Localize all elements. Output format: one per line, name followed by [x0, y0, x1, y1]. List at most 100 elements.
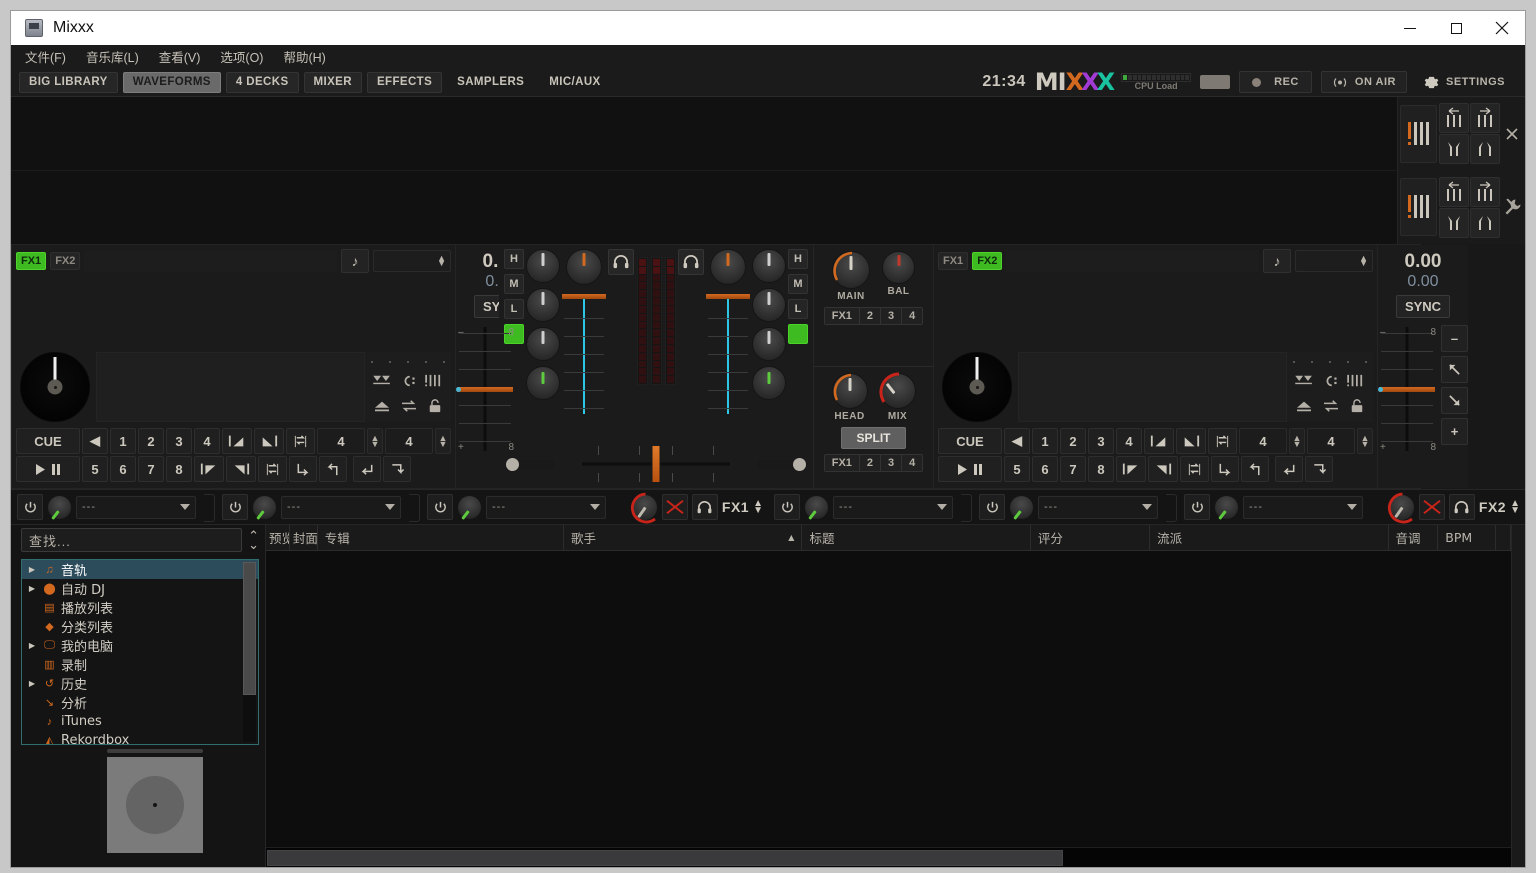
deck2-hotcue-1[interactable]: 1 — [1032, 428, 1058, 454]
track-table-vscrollbar[interactable] — [1511, 525, 1525, 867]
deck2-hotcue-4[interactable]: 4 — [1116, 428, 1142, 454]
deck2-outro-end-button[interactable] — [1148, 456, 1178, 482]
head-fx3-assign[interactable]: 3 — [881, 455, 903, 471]
keylock-icon[interactable] — [398, 374, 418, 388]
nudge-grid-right-deck2[interactable] — [1470, 176, 1501, 207]
deck2-rate-temp-up-button[interactable]: + — [1441, 418, 1468, 445]
repeat-icon[interactable] — [399, 399, 419, 413]
expand-arrow-icon[interactable]: ▶ — [26, 584, 38, 593]
fx1-slot3-combo[interactable]: --- — [486, 495, 606, 519]
deck1-hotcue-1[interactable]: 1 — [110, 428, 136, 454]
sidebar-scrollbar[interactable] — [243, 562, 256, 742]
fx2-slot1-power-button[interactable] — [774, 494, 800, 520]
deck2-reverse-button[interactable]: ◀ — [1004, 428, 1030, 454]
main-fx4-assign[interactable]: 4 — [902, 308, 923, 324]
deck2-rate-slider[interactable]: – 8 + 8 — [1378, 325, 1436, 453]
close-button[interactable] — [1479, 12, 1525, 45]
fx2-unit-spinner[interactable]: ▲ ▼ — [1510, 499, 1520, 516]
fx1-slot2-meta-knob[interactable] — [252, 494, 277, 520]
beatgrid-icon-deck1[interactable] — [1400, 104, 1438, 163]
fx1-slot1-combo[interactable]: --- — [76, 495, 196, 519]
sort-updown-icon[interactable]: ⌃ ⌄ — [248, 529, 259, 551]
volume-fader-right[interactable] — [705, 288, 750, 418]
eq-low-kill-right[interactable]: L — [788, 299, 808, 319]
gain-knob-right[interactable] — [709, 249, 746, 285]
expand-arrow-icon[interactable]: ▶ — [26, 565, 38, 574]
fx1-slot2-power-button[interactable] — [222, 494, 248, 520]
column-key[interactable]: 音调 — [1389, 525, 1439, 550]
menu-item-view[interactable]: 查看(V) — [159, 47, 201, 66]
sidebar-item-history[interactable]: ▶ ↺ 历史 — [22, 674, 258, 693]
beats-contract-deck1[interactable] — [1470, 134, 1501, 165]
deck2-fx2-toggle[interactable]: FX2 — [972, 252, 1003, 270]
deck1-loop-halve-button[interactable] — [258, 456, 287, 482]
fx2-slot2-combo[interactable]: --- — [1038, 495, 1158, 519]
toolbar-waveforms[interactable]: WAVEFORMS — [122, 71, 221, 93]
toolbar-4-decks[interactable]: 4 DECKS — [225, 71, 299, 93]
deck2-beatjump-back-button[interactable] — [1275, 456, 1303, 482]
deck1-hotcue-2[interactable]: 2 — [138, 428, 164, 454]
waveform-zoom-out-icon[interactable] — [1503, 127, 1523, 141]
settings-button[interactable]: SETTINGS — [1416, 71, 1513, 93]
beats-expand-deck2[interactable] — [1439, 207, 1470, 238]
deck2-cue-button[interactable]: CUE — [938, 428, 1002, 454]
slip-icon[interactable] — [424, 374, 444, 388]
main-fx1-assign[interactable]: FX1 — [824, 308, 860, 324]
toolbar-mixer[interactable]: MIXER — [303, 71, 362, 93]
fx2-slot2-power-button[interactable] — [979, 494, 1005, 520]
headphone-cue-right[interactable] — [677, 249, 704, 275]
gain-knob-left[interactable] — [566, 249, 603, 285]
beats-contract-deck2[interactable] — [1470, 207, 1501, 238]
deck1-hotcue-6[interactable]: 6 — [110, 456, 136, 482]
deck2-beatjump-spin[interactable]: ▲ ▼ — [1357, 428, 1373, 454]
deck2-loop-in-button[interactable] — [1211, 456, 1239, 482]
toolbar-samplers[interactable]: SAMPLERS — [447, 72, 534, 93]
fx2-slot1-combo[interactable]: --- — [833, 495, 953, 519]
sidebar-item-computer[interactable]: ▶ 🖵 我的电脑 — [22, 636, 258, 655]
column-bpm[interactable]: BPM — [1438, 525, 1496, 550]
fx1-slot1-meta-knob[interactable] — [47, 494, 72, 520]
fx1-pfl-button[interactable] — [691, 494, 718, 520]
eq-mid-knob-left[interactable] — [526, 288, 561, 322]
fx2-slot1-meta-knob[interactable] — [804, 494, 829, 520]
deck2-rate-temp-down-button[interactable]: – — [1441, 325, 1468, 352]
column-artist[interactable]: 歌手 ▲ — [564, 525, 803, 550]
volume-fader-left[interactable] — [562, 288, 607, 418]
maximize-button[interactable] — [1433, 12, 1479, 45]
fx1-dry-wet-knob[interactable] — [630, 492, 658, 523]
deck2-loop-out-button[interactable] — [1241, 456, 1269, 482]
lock-icon[interactable] — [426, 399, 444, 413]
deck2-sync-button[interactable]: SYNC — [1396, 295, 1450, 318]
quantize-icon[interactable] — [1294, 374, 1314, 388]
deck1-hotcue-3[interactable]: 3 — [166, 428, 192, 454]
expand-arrow-icon[interactable]: ▶ — [26, 641, 38, 650]
deck1-key-icon[interactable]: ♪ — [341, 249, 369, 273]
eq-low-kill-left[interactable]: L — [504, 299, 524, 319]
lock-icon[interactable] — [1348, 399, 1366, 413]
eq-high-kill-right[interactable]: H — [788, 249, 808, 269]
column-title[interactable]: 标题 — [802, 525, 1031, 550]
deck2-rate-perm-up-button[interactable] — [1441, 387, 1468, 414]
sidebar-item-tracks[interactable]: ▶ ♫ 音轨 — [22, 560, 258, 579]
eq-low-knob-left[interactable] — [526, 327, 561, 361]
fx1-kill-button[interactable] — [661, 494, 688, 520]
head-fx1-assign[interactable]: FX1 — [824, 455, 860, 471]
deck2-beatloop-spin[interactable]: ▲ ▼ — [1289, 428, 1305, 454]
sidebar-item-auto-dj[interactable]: ▶ ⬤ 自动 DJ — [22, 579, 258, 598]
deck1-beatjump-size[interactable]: 4 — [385, 428, 433, 454]
headphone-gain-knob[interactable] — [831, 373, 868, 409]
toolbar-big-library[interactable]: BIG LIBRARY — [19, 71, 118, 93]
head-fx4-assign[interactable]: 4 — [902, 455, 923, 471]
deck2-overview-waveform[interactable] — [1018, 352, 1287, 422]
eq-mid-kill-left[interactable]: M — [504, 274, 524, 294]
sidebar-item-crates[interactable]: ◆ 分类列表 — [22, 617, 258, 636]
head-fx2-assign[interactable]: 2 — [859, 455, 882, 471]
fx2-slot3-combo[interactable]: --- — [1243, 495, 1363, 519]
track-table-body[interactable] — [266, 551, 1511, 847]
eject-icon[interactable] — [372, 399, 392, 413]
menu-item-options[interactable]: 选项(O) — [220, 47, 263, 66]
fx2-kill-button[interactable] — [1418, 494, 1445, 520]
fx2-slot2-meta-knob[interactable] — [1009, 494, 1034, 520]
toolbar-effects[interactable]: EFFECTS — [366, 71, 443, 93]
deck2-outro-start-button[interactable] — [1116, 456, 1146, 482]
